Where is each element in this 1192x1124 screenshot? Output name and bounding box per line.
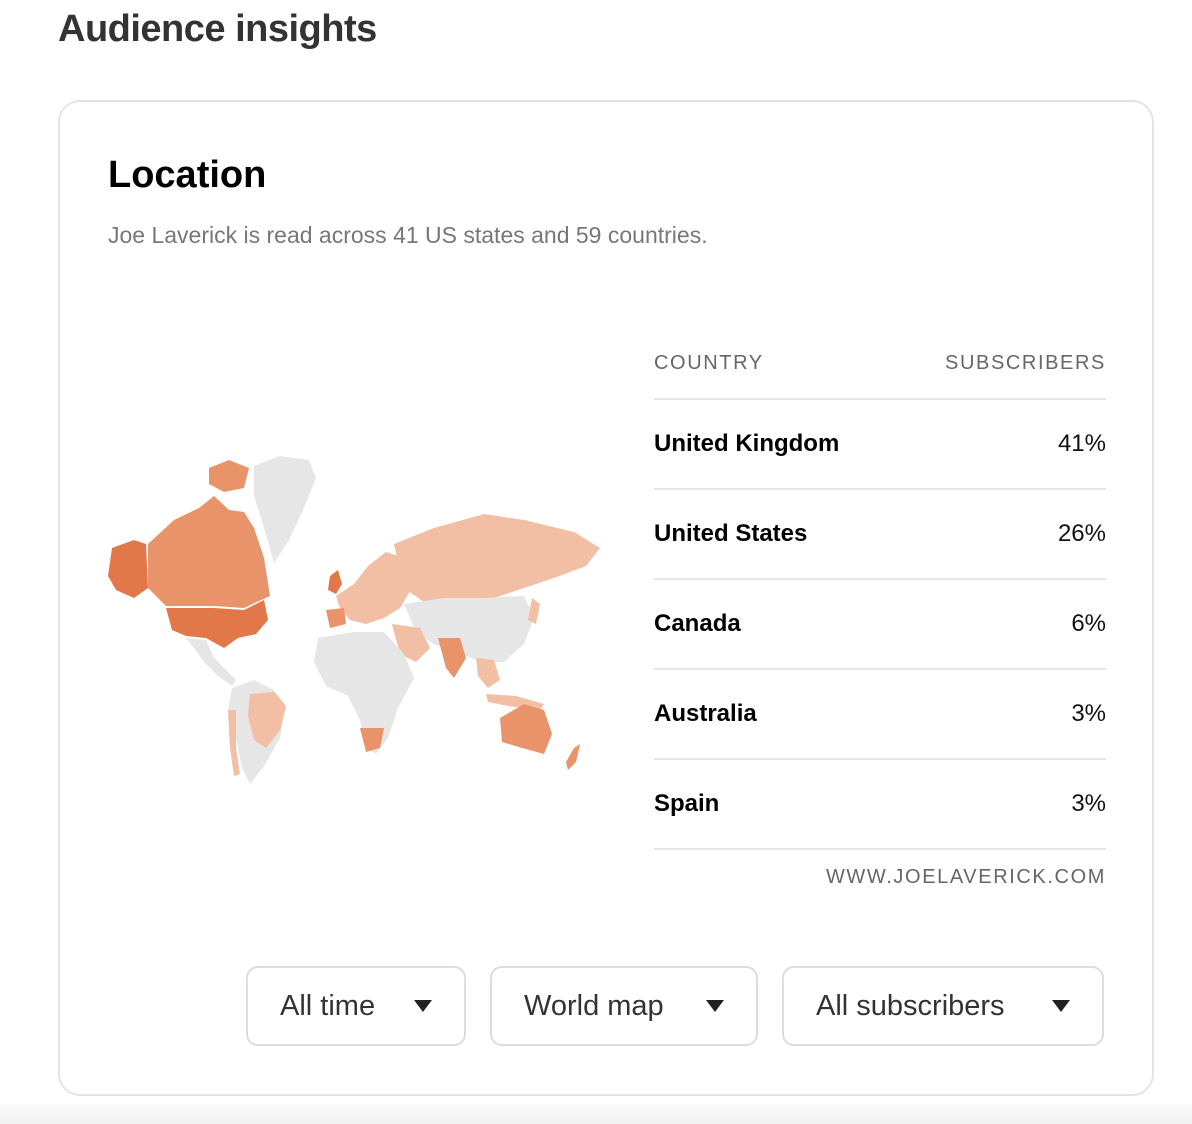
map-region-south-africa	[360, 728, 384, 752]
row-country: Spain	[654, 790, 720, 817]
row-value: 3%	[1071, 790, 1106, 817]
map-region-japan	[528, 598, 540, 624]
page-title: Audience insights	[58, 8, 377, 50]
audience-label: All subscribers	[816, 989, 1005, 1022]
row-value: 3%	[1071, 700, 1106, 727]
map-region-russia	[394, 514, 600, 602]
row-country: United States	[654, 520, 808, 547]
country-table: COUNTRY SUBSCRIBERS United Kingdom 41% U…	[654, 328, 1106, 889]
filter-bar: All time World map All subscribers	[246, 966, 1104, 1046]
table-row: United Kingdom 41%	[654, 400, 1106, 490]
map-region-australia	[500, 704, 552, 754]
location-card: Location Joe Laverick is read across 41 …	[58, 100, 1154, 1096]
header-country: COUNTRY	[654, 351, 764, 374]
caret-down-icon	[414, 1000, 432, 1012]
table-row: Australia 3%	[654, 670, 1106, 760]
location-title: Location	[108, 154, 267, 196]
source-label: WWW.JOELAVERICK.COM	[825, 866, 1106, 888]
map-region-mexico	[186, 638, 236, 686]
bottom-scroll-edge	[0, 1104, 1192, 1124]
map-region-alaska	[108, 540, 148, 598]
map-view-label: World map	[524, 989, 664, 1022]
header-subscribers: SUBSCRIBERS	[945, 351, 1106, 374]
row-country: Canada	[654, 610, 741, 637]
map-region-india	[438, 638, 466, 678]
caret-down-icon	[1052, 1000, 1070, 1012]
time-range-select[interactable]: All time	[246, 966, 466, 1046]
table-row: Spain 3%	[654, 760, 1106, 850]
table-row: Canada 6%	[654, 580, 1106, 670]
map-region-greenland	[254, 456, 316, 563]
location-subtitle: Joe Laverick is read across 41 US states…	[108, 222, 708, 248]
map-region-canada	[148, 496, 270, 608]
row-value: 26%	[1057, 520, 1106, 547]
map-region-se-asia	[476, 658, 500, 688]
map-view-select[interactable]: World map	[490, 966, 758, 1046]
table-header: COUNTRY SUBSCRIBERS	[654, 328, 1106, 400]
map-region-arctic	[209, 460, 249, 492]
world-map[interactable]	[104, 448, 614, 788]
map-region-uk	[328, 570, 342, 594]
time-range-label: All time	[280, 989, 376, 1022]
map-region-usa	[166, 600, 268, 648]
caret-down-icon	[706, 1000, 724, 1012]
audience-select[interactable]: All subscribers	[782, 966, 1104, 1046]
row-country: Australia	[654, 700, 757, 727]
table-row: United States 26%	[654, 490, 1106, 580]
row-value: 41%	[1057, 430, 1106, 457]
row-value: 6%	[1071, 610, 1106, 637]
map-region-new-zealand	[566, 744, 580, 770]
row-country: United Kingdom	[654, 430, 840, 457]
map-region-spain	[326, 608, 346, 628]
